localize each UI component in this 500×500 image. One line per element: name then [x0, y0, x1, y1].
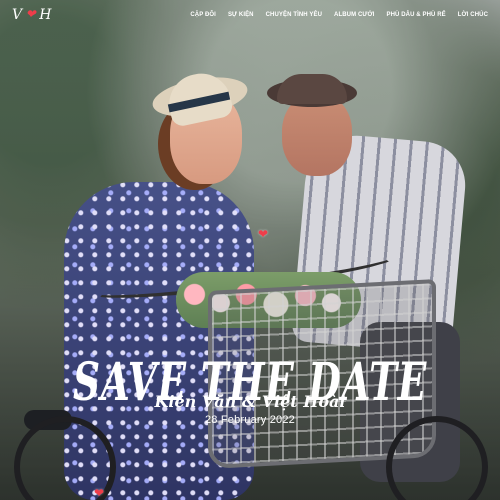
nav-item-phu-dau-phu-re[interactable]: PHÙ DÂU & PHÙ RỂ — [386, 12, 445, 18]
wedding-date: 28 February 2022 — [204, 414, 296, 426]
site-logo[interactable]: V ❤ H — [12, 7, 52, 23]
wedding-home-page: V ❤ H CẶP ĐÔI SỰ KIỆN CHUYỆN TÌNH YÊU AL… — [0, 0, 500, 500]
nav-item-chuyen-tinh-yeu[interactable]: CHUYỆN TÌNH YÊU — [266, 12, 322, 18]
main-navigation: CẶP ĐÔI SỰ KIỆN CHUYỆN TÌNH YÊU ALBUM CƯ… — [190, 12, 488, 18]
site-header: V ❤ H CẶP ĐÔI SỰ KIỆN CHUYỆN TÌNH YÊU AL… — [0, 0, 500, 30]
couple-names: Kiên Văn & Việt Hoài — [154, 392, 346, 411]
heart-icon: ❤ — [94, 486, 105, 500]
groom-hat-top — [277, 74, 347, 104]
logo-letter-right: H — [39, 7, 52, 23]
heart-icon: ❤ — [25, 7, 37, 21]
nav-item-cap-doi[interactable]: CẶP ĐÔI — [190, 12, 216, 18]
nav-item-album-cuoi[interactable]: ALBUM CƯỚI — [334, 12, 374, 18]
logo-letter-left: V — [12, 7, 23, 23]
heart-icon: ❤ — [258, 227, 269, 241]
nav-item-loi-chuc[interactable]: LỜI CHÚC — [458, 12, 488, 18]
nav-item-su-kien[interactable]: SỰ KIỆN — [228, 12, 254, 18]
